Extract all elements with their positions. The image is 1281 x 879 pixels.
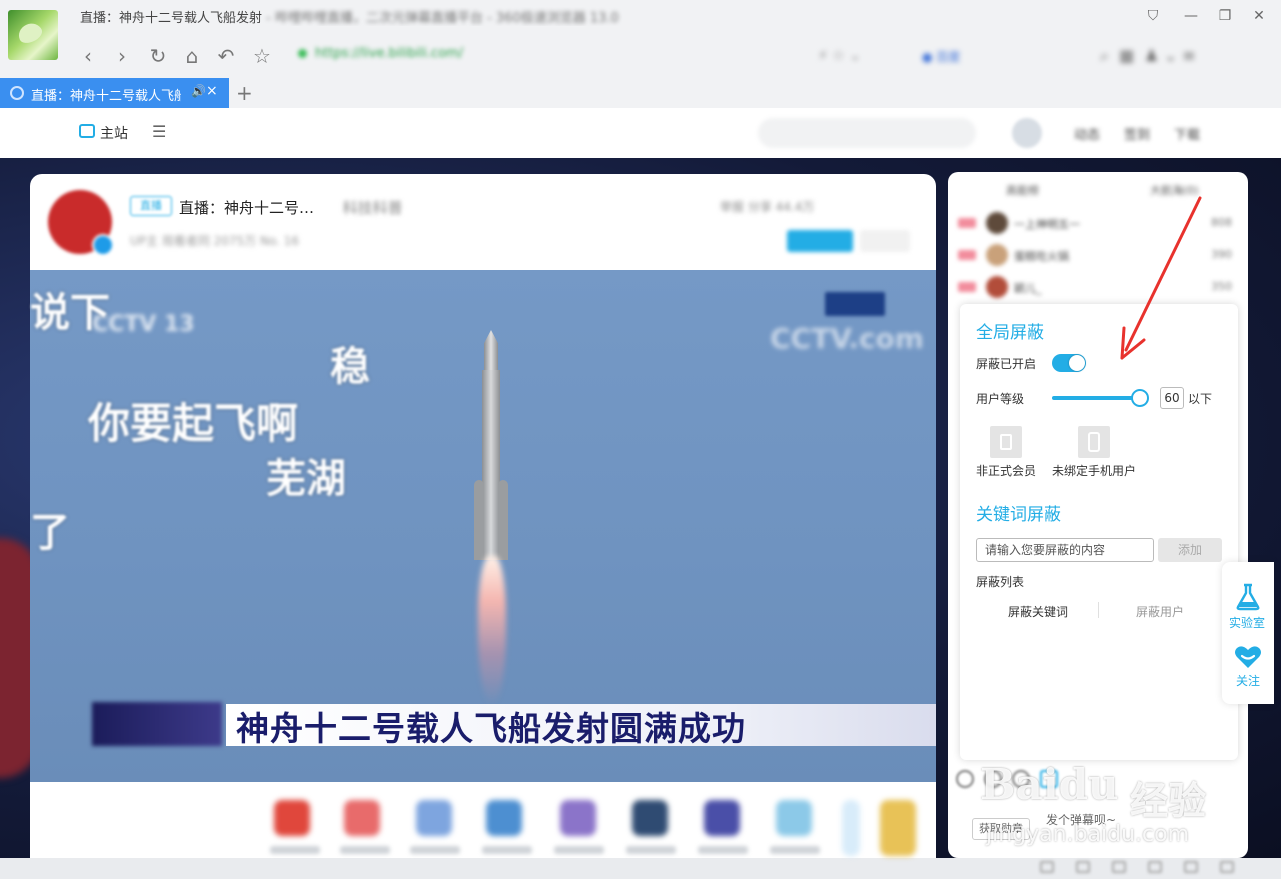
rocket [474,330,508,560]
danmaku-comment: 说下 [30,290,110,336]
tab-thumbnail[interactable] [8,10,58,60]
gift-scroll[interactable] [842,800,860,856]
level-value-box[interactable]: 60 [1160,387,1184,409]
room-meta: UP主 观看者同 2075万 No. 16 [130,234,300,248]
room-actions[interactable]: 举报 分享 44.4万 [720,198,920,216]
live-badge: 直播 [130,196,172,216]
follow-label[interactable]: 关注 [1236,672,1260,689]
gift-label [410,846,460,854]
gift-item[interactable] [416,800,452,836]
news-headline: 神舟十二号载人飞船发射圆满成功 [236,709,746,748]
gift-label [554,846,604,854]
site-search-input[interactable] [758,118,976,148]
nonmember-icon[interactable] [990,426,1022,458]
follower-count [860,230,910,252]
news-program-logo [92,702,222,746]
user-avatar[interactable] [1012,118,1042,148]
refresh-icon[interactable]: ↻ [146,44,170,68]
unbound-phone-label: 未绑定手机用户 [1052,464,1137,478]
shirt-icon[interactable]: ⛉ [1142,6,1164,26]
user-level-label: 用户等级 [976,392,1025,406]
undo-icon[interactable]: ↶ [214,44,238,68]
nonmember-label: 非正式会员 [976,464,1037,478]
home-icon[interactable]: ⌂ [180,44,204,68]
tab-favicon-icon [10,86,24,100]
gift-item[interactable] [704,800,740,836]
gift-label [770,846,820,854]
shield-settings-panel [960,304,1238,760]
gift-item[interactable] [632,800,668,836]
gift-item[interactable] [486,800,522,836]
gift-item[interactable] [274,800,310,836]
tab-shield-keywords[interactable]: 屏蔽关键词 [1008,603,1068,620]
star-icon[interactable]: ☆ [250,44,274,68]
danmaku-comment: 了 [30,510,70,556]
gift-label [698,846,748,854]
danmaku-comment: 你要起飞啊 [88,399,299,448]
global-shield-title: 全局屏蔽 [976,323,1044,343]
window-title: 直播：神舟十二号载人飞船发射 - 哔哩哔哩直播，二次元弹幕直播平台 - 360极… [80,11,619,26]
gift-item[interactable] [344,800,380,836]
tab-divider [1098,602,1099,618]
close-window-icon[interactable]: ✕ [1248,6,1270,26]
gift-label [270,846,320,854]
annotation-arrow [1120,196,1202,360]
tab-label: 直播：神舟十二号载人飞船发 [31,89,181,104]
gift-label [340,846,390,854]
forward-icon[interactable]: › [110,44,134,68]
nav-download[interactable]: 下载 [1174,124,1200,143]
back-icon[interactable]: ‹ [76,44,100,68]
status-bar-icons[interactable] [1040,858,1280,878]
gift-label [482,846,532,854]
keyword-shield-title: 关键词屏蔽 [976,505,1061,525]
baidu-jingyan-watermark: Baidu 经验 jingyan.baidu.com [980,760,1207,847]
phone-icon[interactable] [1078,426,1110,458]
keyword-input[interactable] [976,538,1154,562]
active-tab[interactable]: 直播：神舟十二号载人飞船发 🔊 × [0,78,229,108]
menu-icon[interactable]: ☰ [152,122,166,141]
danmaku-comment: 稳 [330,344,370,390]
baidu-search-engine[interactable]: ● 百度 [922,48,972,64]
nav-dynamic[interactable]: 动态 [1074,124,1100,143]
maximize-icon[interactable]: ❐ [1214,6,1236,26]
cctv-com-logo: CCTV.com [770,322,924,355]
follow-button[interactable] [787,230,853,252]
user-level-slider[interactable] [1052,396,1140,400]
address-bar[interactable]: https://live.bilibili.com/ [298,46,678,66]
minimize-icon[interactable]: — [1180,6,1202,26]
gift-item[interactable] [560,800,596,836]
danmaku-comment: 芜湖 [266,456,346,502]
tab-shield-users[interactable]: 屏蔽用户 [1136,603,1184,620]
address-tools[interactable]: ⚡ ☆ ⌄ [818,48,888,64]
nav-checkin[interactable]: 签到 [1124,124,1150,143]
live-corner-tag [825,292,885,316]
shield-enabled-label: 屏蔽已开启 [976,357,1037,371]
slider-knob[interactable] [1131,389,1149,407]
lab-label[interactable]: 实验室 [1229,614,1265,631]
flask-icon[interactable] [1235,583,1261,611]
anchor-avatar[interactable] [48,190,114,256]
shield-toggle[interactable] [1052,354,1086,372]
tab-close-icon[interactable]: × [206,83,218,99]
shield-list-label: 屏蔽列表 [976,575,1025,589]
level-suffix: 以下 [1188,392,1213,406]
new-tab-button[interactable]: + [236,81,253,105]
gift-package[interactable] [880,800,916,856]
add-keyword-button[interactable]: 添加 [1158,538,1222,562]
gift-item[interactable] [776,800,812,836]
tab-sound-icon[interactable]: 🔊 [191,84,206,98]
heart-icon[interactable] [1234,644,1262,670]
toolbar-icons[interactable]: ⌕ ▦ ♟ ⌄ ≡ [1100,46,1270,66]
room-title: 直播：神舟十二号… 科技科普 [179,199,403,217]
rocket-plume [478,556,506,706]
home-link[interactable]: 主站 [100,123,128,143]
gift-label [626,846,676,854]
bilibili-tv-icon[interactable] [79,124,95,138]
